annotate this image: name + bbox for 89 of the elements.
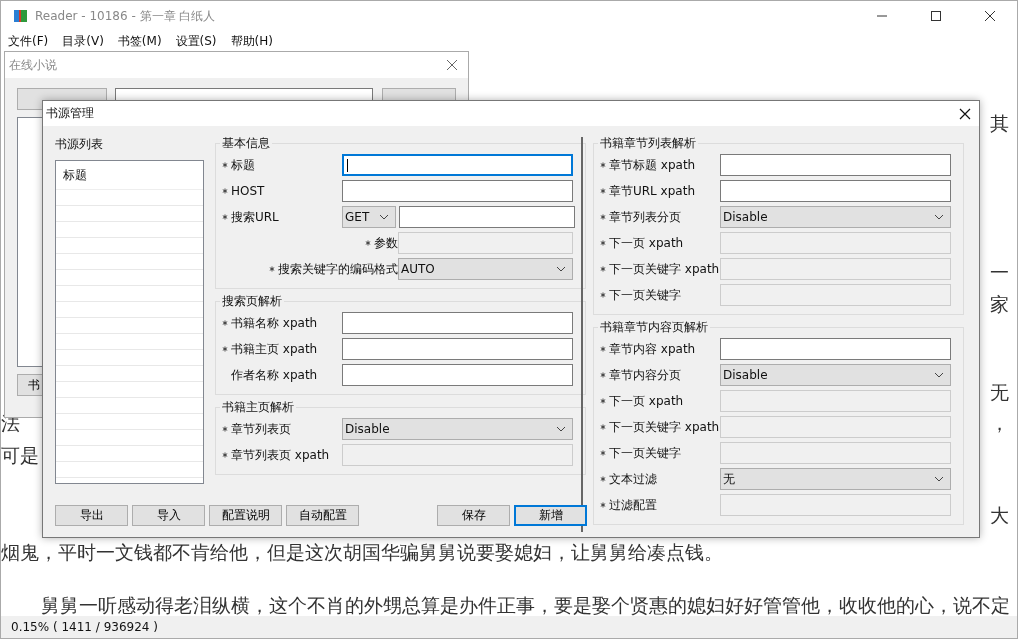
action-button[interactable]: 导入 <box>132 505 205 526</box>
chevron-down-icon <box>556 266 566 272</box>
input-field[interactable] <box>399 206 575 228</box>
field-label: 章节标题 xpath <box>609 156 696 174</box>
action-button[interactable]: 新增 <box>514 505 587 526</box>
field-label: 书籍名称 xpath <box>231 314 318 332</box>
status-text: 0.15% ( 1411 / 936924 ) <box>11 620 158 634</box>
input-field[interactable] <box>398 232 573 254</box>
reader-text: 烟鬼，平时一文钱都不肯给他，但是这次胡国华骗舅舅说要娶媳妇，让舅舅给凑点钱。 <box>1 540 723 565</box>
group-title: 基本信息 <box>221 135 271 152</box>
group-title: 搜索页解析 <box>221 293 283 310</box>
chevron-down-icon <box>379 214 389 220</box>
source-list[interactable]: 标题 <box>55 160 204 484</box>
input-field[interactable] <box>720 442 951 464</box>
field-label: 章节URL xpath <box>609 182 695 200</box>
input-field[interactable] <box>720 416 951 438</box>
field-label: 下一页关键字 xpath <box>609 418 720 436</box>
input-field[interactable] <box>342 154 573 176</box>
action-button[interactable]: 配置说明 <box>209 505 282 526</box>
dropdown[interactable]: 无 <box>720 468 951 490</box>
column-header: 标题 <box>56 161 203 190</box>
field-label: 章节内容 xpath <box>609 340 696 358</box>
close-icon[interactable] <box>984 10 996 22</box>
reader-text: 无 <box>990 380 1009 405</box>
field-label: 章节列表页 <box>231 420 291 438</box>
chevron-down-icon <box>556 426 566 432</box>
reader-text: 可是 <box>1 443 39 468</box>
menu-item[interactable]: 文件(F) <box>8 32 49 50</box>
field-label: 下一页 xpath <box>609 392 684 410</box>
reader-text: 大 <box>990 503 1009 528</box>
book-icon <box>13 8 29 24</box>
field-label: 章节列表分页 <box>609 208 681 226</box>
field-label: 章节列表页 xpath <box>231 446 330 464</box>
group-title: 书籍章节内容页解析 <box>599 319 709 336</box>
dropdown[interactable]: Disable <box>342 418 573 440</box>
field-label: 过滤配置 <box>609 496 657 514</box>
dialog-title: 书源管理 <box>46 105 94 122</box>
action-button[interactable]: 自动配置 <box>286 505 359 526</box>
action-button[interactable]: 保存 <box>437 505 510 526</box>
group-title: 书籍主页解析 <box>221 399 295 416</box>
menu-item[interactable]: 设置(S) <box>175 32 217 50</box>
field-label: 下一页 xpath <box>609 234 684 252</box>
input-field[interactable] <box>720 258 951 280</box>
field-label: HOST <box>231 184 265 198</box>
menu-item[interactable]: 目录(V) <box>62 32 104 50</box>
dropdown[interactable]: Disable <box>720 206 951 228</box>
dropdown[interactable]: Disable <box>720 364 951 386</box>
dropdown[interactable]: AUTO <box>398 258 573 280</box>
input-field[interactable] <box>720 338 951 360</box>
chevron-down-icon <box>934 372 944 378</box>
input-field[interactable] <box>342 444 573 466</box>
input-field[interactable] <box>342 338 573 360</box>
input-field[interactable] <box>720 390 951 412</box>
list-label: 书源列表 <box>55 136 104 153</box>
chevron-down-icon <box>934 214 944 220</box>
field-label: 章节内容分页 <box>609 366 681 384</box>
input-field[interactable] <box>720 232 951 254</box>
menu-item[interactable]: 帮助(H) <box>230 32 273 50</box>
group-title: 书籍章节列表解析 <box>599 135 697 152</box>
chevron-down-icon <box>934 476 944 482</box>
reader-text: ， <box>990 411 1009 436</box>
window-title: Reader - 10186 - 第一章 白纸人 <box>35 7 216 25</box>
input-field[interactable] <box>342 312 573 334</box>
field-label: 下一页关键字 xpath <box>609 260 720 278</box>
reader-text: 一 <box>990 260 1009 285</box>
input-field[interactable] <box>342 180 573 202</box>
input-field[interactable] <box>720 154 951 176</box>
reader-text: 舅舅一听感动得老泪纵横，这个不肖的外甥总算是办件正事，要是娶个贤惠的媳妇好好管管他，收收他的心，说不定 <box>41 593 1010 618</box>
field-label: 书籍主页 xpath <box>231 340 318 358</box>
reader-text: 家 <box>990 292 1009 317</box>
input-field[interactable] <box>720 284 951 306</box>
menu-item[interactable]: 书签(M) <box>117 32 162 50</box>
field-label: 标题 <box>231 156 255 174</box>
field-label: 搜索URL <box>231 208 279 226</box>
field-label: 搜索关键字的编码格式 <box>278 260 398 278</box>
field-label: 文本过滤 <box>609 470 657 488</box>
window-title: 在线小说 <box>9 56 57 74</box>
input-field[interactable] <box>720 180 951 202</box>
input-field[interactable] <box>720 494 951 516</box>
input-field[interactable] <box>342 364 573 386</box>
reader-text: 其 <box>990 111 1009 136</box>
maximize-icon[interactable] <box>930 10 942 22</box>
field-label: 下一页关键字 <box>609 444 681 462</box>
field-label: 下一页关键字 <box>609 286 681 304</box>
action-button[interactable]: 导出 <box>55 505 128 526</box>
field-label: 作者名称 xpath <box>231 366 318 384</box>
field-label: 参数 <box>374 234 398 252</box>
close-icon[interactable] <box>959 107 971 120</box>
dropdown[interactable]: GET <box>342 206 396 228</box>
